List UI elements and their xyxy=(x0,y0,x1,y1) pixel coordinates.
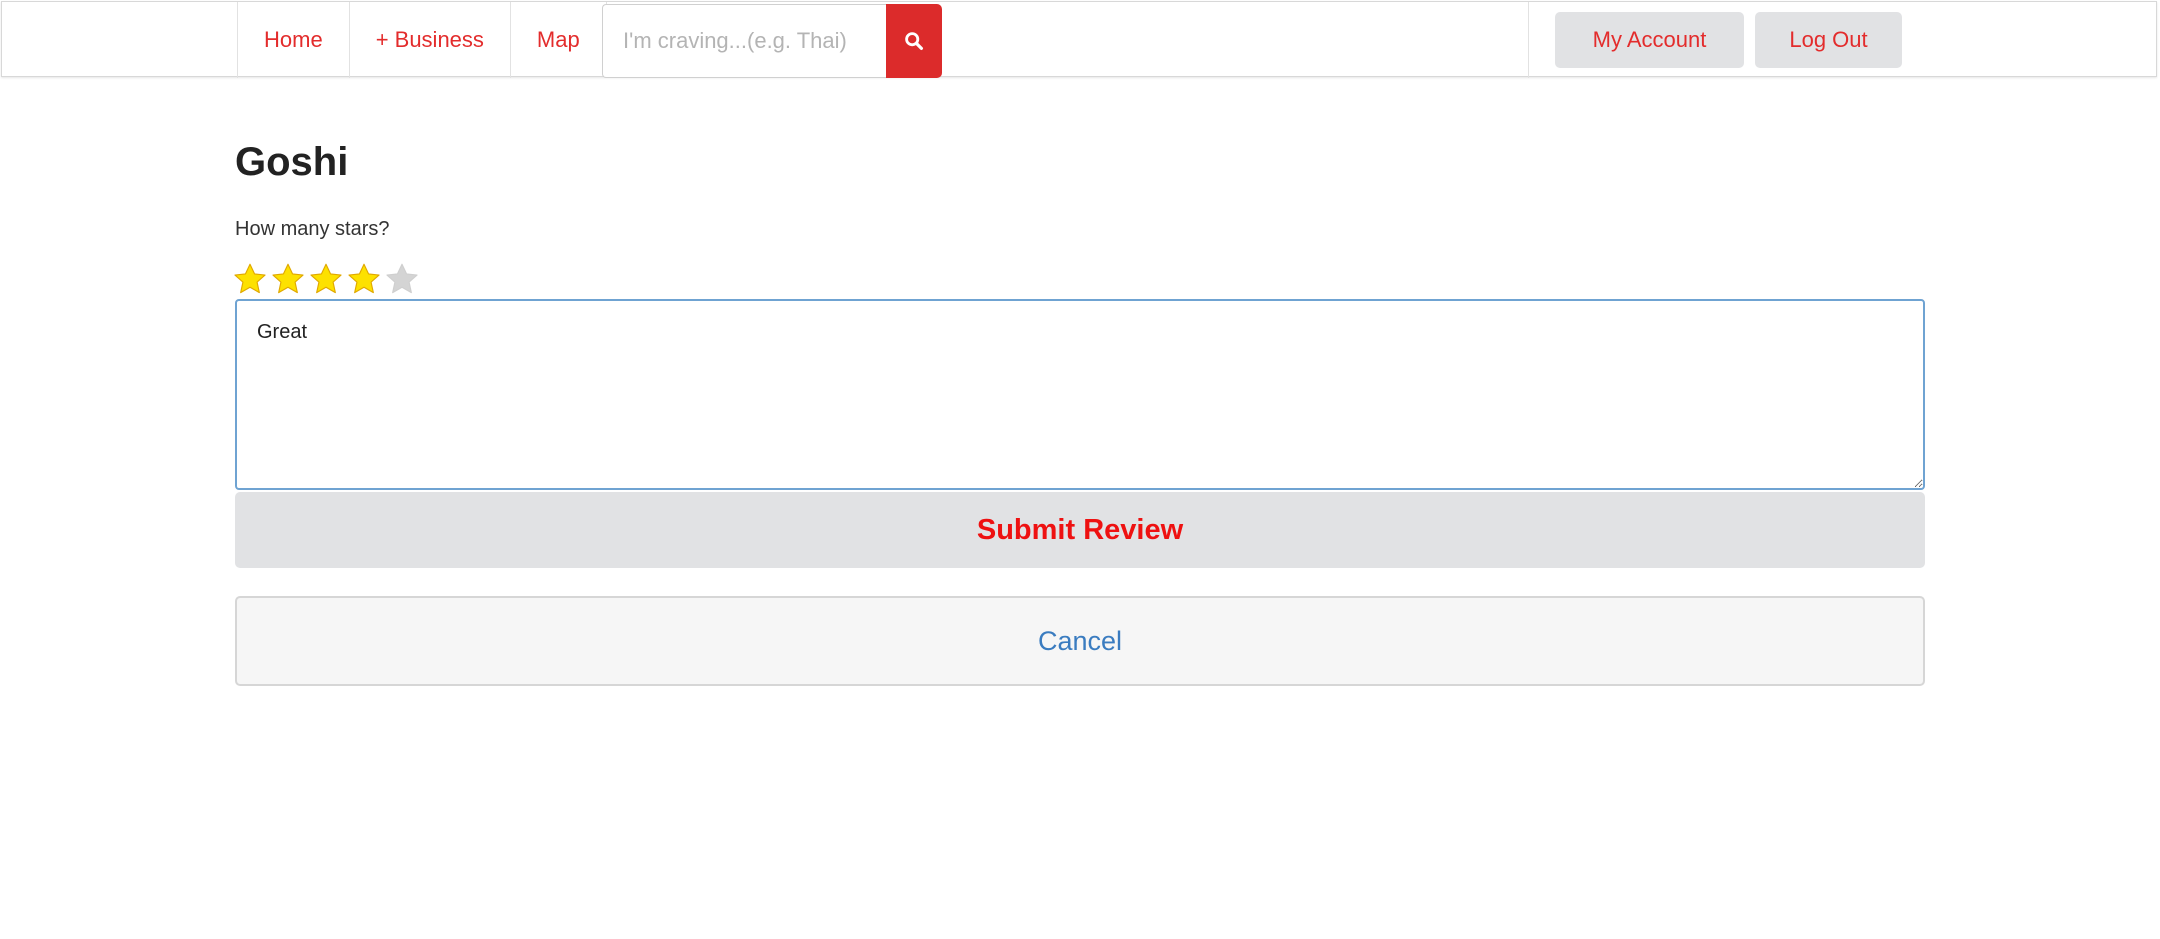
stars-label: How many stars? xyxy=(235,218,390,240)
page-title: Goshi xyxy=(235,140,349,184)
nav-link-home[interactable]: Home xyxy=(238,2,350,78)
log-out-button[interactable]: Log Out xyxy=(1755,12,1902,68)
search-icon xyxy=(905,32,923,50)
nav-links: Home + Business Map xyxy=(237,2,607,78)
search-input[interactable] xyxy=(602,4,886,78)
account-area: My Account Log Out xyxy=(1528,2,1929,78)
search-bar xyxy=(602,4,942,78)
top-navbar: Home + Business Map My Account Log Out xyxy=(1,1,2157,78)
submit-review-button[interactable]: Submit Review xyxy=(235,492,1925,568)
star-filled-icon[interactable] xyxy=(309,262,343,296)
nav-link-business[interactable]: + Business xyxy=(350,2,511,78)
cancel-button[interactable]: Cancel xyxy=(235,596,1925,686)
review-textarea[interactable] xyxy=(235,299,1925,490)
nav-link-map[interactable]: Map xyxy=(511,2,607,78)
star-rating xyxy=(233,262,419,296)
star-empty-icon[interactable] xyxy=(385,262,419,296)
star-filled-icon[interactable] xyxy=(347,262,381,296)
star-filled-icon[interactable] xyxy=(271,262,305,296)
search-button[interactable] xyxy=(886,4,942,78)
my-account-button[interactable]: My Account xyxy=(1555,12,1744,68)
star-filled-icon[interactable] xyxy=(233,262,267,296)
